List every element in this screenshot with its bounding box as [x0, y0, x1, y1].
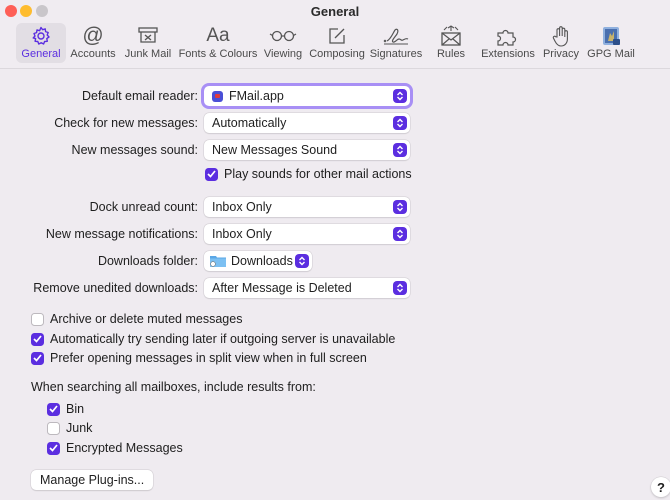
search-junk-label: Junk: [66, 421, 93, 435]
new-message-notifications-select[interactable]: Inbox Only: [204, 224, 410, 244]
new-messages-sound-row: New messages sound: New Messages Sound: [0, 140, 670, 162]
chevron-updown-icon: [393, 143, 407, 157]
select-value: FMail.app: [229, 89, 284, 103]
downloads-folder-label: Downloads folder:: [97, 254, 198, 268]
tab-rules[interactable]: Rules: [424, 23, 478, 63]
help-button[interactable]: ?: [651, 477, 670, 497]
gear-icon: [31, 25, 51, 47]
search-encrypted-label: Encrypted Messages: [66, 441, 183, 455]
archive-muted-checkbox[interactable]: [31, 312, 44, 326]
default-email-reader-row: Default email reader: FMail.app: [0, 86, 670, 108]
manage-plugins-button[interactable]: Manage Plug-ins...: [31, 470, 154, 490]
glasses-icon: [269, 25, 297, 47]
new-message-notifications-row: New message notifications: Inbox Only: [0, 224, 670, 246]
tab-label: Rules: [436, 48, 466, 60]
default-email-reader-select[interactable]: FMail.app: [204, 86, 410, 106]
play-sounds-label: Play sounds for other mail actions: [224, 167, 412, 181]
select-value: Downloads: [231, 254, 293, 268]
remove-unedited-downloads-select[interactable]: After Message is Deleted: [204, 278, 410, 298]
tab-gpg-mail[interactable]: GPG Mail: [584, 23, 638, 63]
signature-icon: [381, 25, 411, 47]
tab-signatures[interactable]: Signatures: [368, 23, 424, 63]
check-new-messages-select[interactable]: Automatically: [204, 113, 410, 133]
tab-viewing[interactable]: Viewing: [260, 23, 306, 63]
title-bar: General General @ Accounts Junk Mail Aa …: [0, 0, 670, 69]
folder-icon: [210, 256, 226, 267]
search-include-label: When searching all mailboxes, include re…: [31, 380, 316, 394]
chevron-updown-icon: [393, 116, 407, 130]
split-view-checkbox-row[interactable]: Prefer opening messages in split view wh…: [31, 349, 367, 367]
compose-icon: [327, 25, 347, 47]
tab-privacy[interactable]: Privacy: [538, 23, 584, 63]
chevron-updown-icon: [393, 227, 407, 241]
archive-muted-label: Archive or delete muted messages: [50, 312, 243, 326]
select-value: After Message is Deleted: [212, 281, 352, 295]
play-sounds-checkbox-row[interactable]: Play sounds for other mail actions: [205, 165, 412, 183]
downloads-folder-select[interactable]: Downloads: [204, 251, 312, 271]
chevron-updown-icon: [295, 254, 309, 268]
chevron-updown-icon: [393, 200, 407, 214]
junk-tray-icon: [137, 25, 159, 47]
send-later-checkbox-row[interactable]: Automatically try sending later if outgo…: [31, 330, 395, 348]
search-bin-checkbox[interactable]: [47, 402, 60, 416]
search-bin-label: Bin: [66, 402, 85, 416]
tab-label: Viewing: [263, 48, 303, 60]
select-value: Inbox Only: [212, 200, 272, 214]
preferences-toolbar: General @ Accounts Junk Mail Aa Fonts & …: [16, 23, 638, 63]
chevron-updown-icon: [393, 89, 407, 103]
new-message-notifications-label: New message notifications:: [45, 227, 198, 241]
fmail-app-icon: [212, 90, 223, 102]
new-messages-sound-select[interactable]: New Messages Sound: [204, 140, 410, 160]
tab-extensions[interactable]: Extensions: [478, 23, 538, 63]
tab-composing[interactable]: Composing: [306, 23, 368, 63]
send-later-checkbox[interactable]: [31, 332, 44, 346]
dock-unread-count-select[interactable]: Inbox Only: [204, 197, 410, 217]
remove-unedited-downloads-label: Remove unedited downloads:: [33, 281, 198, 295]
search-encrypted-checkbox-row[interactable]: Encrypted Messages: [47, 439, 183, 457]
downloads-folder-row: Downloads folder: Downloads: [0, 251, 670, 273]
select-value: New Messages Sound: [212, 143, 338, 157]
font-aa-icon: Aa: [206, 25, 230, 46]
tab-label: Accounts: [70, 48, 116, 60]
play-sounds-checkbox[interactable]: [205, 167, 218, 181]
dock-unread-count-label: Dock unread count:: [89, 200, 198, 214]
search-junk-checkbox-row[interactable]: Junk: [47, 419, 92, 437]
search-encrypted-checkbox[interactable]: [47, 441, 60, 455]
tab-label: General: [21, 48, 61, 60]
remove-unedited-downloads-row: Remove unedited downloads: After Message…: [0, 278, 670, 300]
tab-accounts[interactable]: @ Accounts: [66, 23, 120, 63]
tab-junk-mail[interactable]: Junk Mail: [120, 23, 176, 63]
archive-muted-checkbox-row[interactable]: Archive or delete muted messages: [31, 310, 242, 328]
tab-label: Composing: [309, 48, 365, 60]
split-view-checkbox[interactable]: [31, 351, 44, 365]
check-new-messages-label: Check for new messages:: [54, 116, 198, 130]
search-bin-checkbox-row[interactable]: Bin: [47, 400, 84, 418]
select-value: Inbox Only: [212, 227, 272, 241]
search-junk-checkbox[interactable]: [47, 421, 60, 435]
gpg-mail-icon: [600, 25, 622, 47]
tab-label: Signatures: [369, 48, 423, 60]
rules-envelope-icon: [440, 25, 462, 47]
tab-fonts-colours[interactable]: Aa Fonts & Colours: [176, 23, 260, 63]
tab-label: Privacy: [542, 48, 580, 60]
at-icon: @: [82, 24, 104, 47]
tab-general[interactable]: General: [16, 23, 66, 63]
hand-icon: [551, 25, 571, 47]
tab-label: Fonts & Colours: [178, 48, 258, 60]
split-view-label: Prefer opening messages in split view wh…: [50, 351, 367, 365]
puzzle-icon: [495, 25, 521, 47]
select-value: Automatically: [212, 116, 287, 130]
default-email-reader-label: Default email reader:: [81, 89, 198, 103]
send-later-label: Automatically try sending later if outgo…: [50, 332, 396, 346]
window-title: General: [310, 4, 360, 19]
tab-label: Junk Mail: [124, 48, 172, 60]
check-new-messages-row: Check for new messages: Automatically: [0, 113, 670, 135]
new-messages-sound-label: New messages sound:: [71, 143, 198, 157]
tab-label: GPG Mail: [587, 48, 635, 60]
dock-unread-count-row: Dock unread count: Inbox Only: [0, 197, 670, 219]
tab-label: Extensions: [481, 48, 535, 60]
chevron-updown-icon: [393, 281, 407, 295]
